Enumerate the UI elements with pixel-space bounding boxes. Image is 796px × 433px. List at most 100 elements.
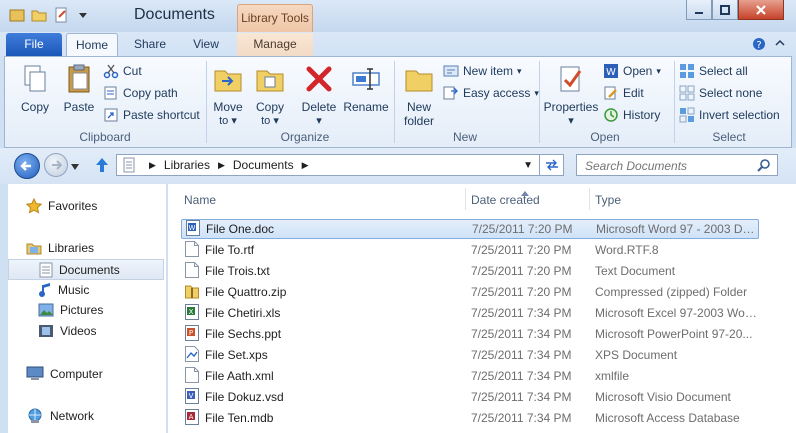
up-arrow-icon[interactable] [94,156,110,177]
svg-text:W: W [189,224,196,232]
svg-text:W: W [606,67,616,78]
refresh-icon [545,159,558,171]
excel-icon: X [185,303,199,323]
paste-button[interactable]: Paste [57,63,101,114]
file-type: Microsoft Word 97 - 2003 Do... [596,222,758,236]
select-none-button[interactable]: Select none [679,85,762,101]
cut-button[interactable]: Cut [103,63,142,79]
copy-path-button[interactable]: Copy path [103,85,178,101]
folder-icon[interactable] [30,6,48,24]
maximize-button[interactable] [712,0,738,20]
ribbon-divider [394,61,395,143]
minimize-button[interactable] [686,0,712,20]
breadcrumb-libraries[interactable]: Libraries [164,158,210,172]
nav-computer[interactable]: Computer [26,366,103,382]
file-row[interactable]: File Trois.txt 7/25/2011 7:20 PM Text Docu… [181,261,759,281]
window-title: Documents [134,6,215,23]
tab-manage[interactable]: Manage [237,33,313,56]
close-button[interactable] [738,0,784,20]
nav-libraries[interactable]: Libraries [26,240,94,256]
nav-pictures[interactable]: Pictures [38,303,103,317]
paste-shortcut-button[interactable]: Paste shortcut [103,107,200,123]
nav-videos[interactable]: Videos [38,324,96,338]
breadcrumb-separator-icon[interactable]: ▶ [149,160,156,171]
forward-arrow-icon [52,160,63,170]
title-bar [0,0,796,32]
file-row[interactable]: A File Ten.mdb 7/25/2011 7:34 PM Microsoft … [181,408,759,428]
xps-icon [185,345,199,365]
column-header-type[interactable]: Type [595,193,621,207]
search-icon[interactable] [757,158,771,172]
address-bar[interactable]: ▶ Libraries ▶ Documents ▶ ▼ [116,154,540,176]
file-row[interactable]: File Set.xps 7/25/2011 7:34 PM XPS Documen… [181,345,759,365]
new-folder-button[interactable]: New folder [399,63,439,128]
computer-icon [26,366,44,380]
forward-button[interactable] [44,153,68,177]
minimize-ribbon-icon[interactable] [774,37,786,52]
file-date-created: 7/25/2011 7:34 PM [471,411,572,425]
copy-button[interactable]: Copy [13,63,57,114]
customize-toolbar-icon[interactable] [74,6,92,24]
file-row[interactable]: P File Sechs.ppt 7/25/2011 7:34 PM Microsof… [181,324,759,344]
invert-selection-icon [679,107,695,123]
nav-network[interactable]: Network [26,408,94,424]
breadcrumb-separator-icon[interactable]: ▶ [302,160,309,171]
properties-icon[interactable] [52,6,70,24]
select-group-label: Select [712,130,746,144]
new-item-button[interactable]: New item ▾ [443,63,522,79]
ribbon-tabs: File Home Share View Manage ? [0,32,796,56]
file-name-cell: W File One.doc [186,219,274,239]
svg-text:?: ? [756,40,761,51]
visio-icon: V [185,387,199,407]
file-row[interactable]: V File Dokuz.vsd 7/25/2011 7:34 PM Microsof… [181,387,759,407]
organize-group-label: Organize [280,130,330,144]
help-icon[interactable]: ? [752,37,766,54]
recent-locations-chevron-icon[interactable] [70,160,80,174]
libraries-icon [26,243,42,255]
explorer-icon[interactable] [8,6,26,24]
back-button[interactable] [14,153,40,179]
tab-share[interactable]: Share [122,33,178,56]
invert-selection-button[interactable]: Invert selection [679,107,780,123]
file-name-cell: File Set.xps [185,345,268,365]
delete-button[interactable]: Delete ▾ [299,63,339,127]
refresh-button[interactable] [540,154,564,176]
file-name: File Chetiri.xls [205,306,281,320]
file-row[interactable]: X File Chetiri.xls 7/25/2011 7:34 PM Micros… [181,303,759,323]
breadcrumb-documents[interactable]: Documents [233,158,294,172]
tab-file[interactable]: File [6,33,62,56]
paste-shortcut-icon [104,108,118,122]
rename-button[interactable]: Rename [343,63,389,114]
svg-text:X: X [189,308,194,316]
file-name-cell: File Aath.xml [185,366,274,386]
select-all-button[interactable]: Select all [679,63,748,79]
search-input[interactable] [583,156,763,176]
file-row[interactable]: W File One.doc 7/25/2011 7:20 PM Microsoft … [181,219,759,239]
address-history-chevron-icon[interactable]: ▼ [523,160,533,171]
breadcrumb-separator-icon[interactable]: ▶ [218,160,225,171]
videos-icon [39,325,53,337]
tab-home[interactable]: Home [66,33,118,56]
easy-access-button[interactable]: Easy access ▾ [443,85,539,101]
column-header-date-created[interactable]: Date created [471,193,540,207]
nav-favorites[interactable]: Favorites [26,198,97,214]
file-date-created: 7/25/2011 7:34 PM [471,390,572,404]
file-row[interactable]: File Aath.xml 7/25/2011 7:34 PM xmlfile [181,366,759,386]
column-divider[interactable] [465,188,466,210]
move-to-button[interactable]: Move to ▾ [209,63,247,127]
file-row[interactable]: File To.rtf 7/25/2011 7:20 PM Word.RTF.8 [181,240,759,260]
tab-view[interactable]: View [180,33,232,56]
properties-button[interactable]: Properties ▾ [543,63,599,127]
file-row[interactable]: File Quattro.zip 7/25/2011 7:20 PM Compres… [181,282,759,302]
copy-to-button[interactable]: Copy to ▾ [251,63,289,127]
nav-documents[interactable]: Documents [8,259,164,280]
column-divider[interactable] [589,188,590,210]
copy-icon [24,65,46,92]
history-button[interactable]: History [603,107,660,123]
music-note-icon [39,283,50,297]
edit-button[interactable]: Edit [603,85,644,101]
copy-path-icon [104,86,117,100]
column-header-name[interactable]: Name [184,193,216,207]
open-button[interactable]: W Open ▾ [603,63,661,79]
nav-music[interactable]: Music [38,282,89,298]
